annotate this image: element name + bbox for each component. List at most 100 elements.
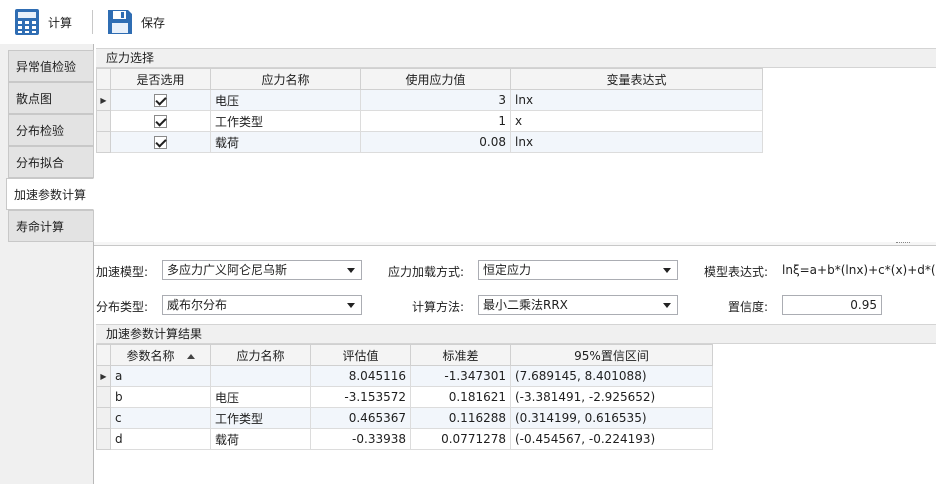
table-row[interactable]: 载荷 0.08 lnx bbox=[96, 131, 763, 153]
row-indicator bbox=[96, 131, 111, 153]
stress-name-cell[interactable] bbox=[210, 365, 311, 387]
col-header-use-value[interactable]: 使用应力值 bbox=[360, 68, 511, 90]
std-dev-cell[interactable]: 0.181621 bbox=[410, 386, 511, 408]
nav-item-label: 分布检验 bbox=[16, 123, 65, 138]
confidence-interval-cell[interactable]: (7.689145, 8.401088) bbox=[510, 365, 713, 387]
row-indicator-header bbox=[96, 344, 111, 366]
accel-model-value: 多应力广义阿仑尼乌斯 bbox=[167, 263, 288, 277]
results-header: 加速参数计算结果 bbox=[96, 324, 936, 344]
nav-item-accel-param-calc[interactable]: 加速参数计算 bbox=[6, 178, 94, 210]
use-value-cell[interactable]: 0.08 bbox=[360, 131, 511, 153]
dist-type-label: 分布类型: bbox=[96, 300, 149, 314]
selected-cell[interactable] bbox=[110, 89, 211, 111]
calculate-label: 计算 bbox=[48, 15, 73, 30]
checkbox[interactable] bbox=[154, 115, 167, 128]
col-header-param-name[interactable]: 参数名称 bbox=[110, 344, 211, 366]
calc-method-value: 最小二乘法RRX bbox=[483, 298, 568, 312]
checkbox[interactable] bbox=[154, 94, 167, 107]
dist-type-select[interactable]: 威布尔分布 bbox=[162, 295, 362, 315]
current-row-indicator-icon: ▶ bbox=[96, 89, 111, 111]
confidence-input[interactable]: 0.95 bbox=[782, 295, 882, 315]
estimate-cell[interactable]: -3.153572 bbox=[310, 386, 411, 408]
nav-item-label: 分布拟合 bbox=[16, 155, 65, 170]
row-indicator bbox=[96, 386, 111, 408]
use-value-cell[interactable]: 3 bbox=[360, 89, 511, 111]
table-row[interactable]: 工作类型 1 x bbox=[96, 110, 763, 132]
calc-method-select[interactable]: 最小二乘法RRX bbox=[478, 295, 678, 315]
model-expr-label: 模型表达式: bbox=[704, 265, 769, 279]
col-header-expression[interactable]: 变量表达式 bbox=[510, 68, 763, 90]
col-header-stress-name[interactable]: 应力名称 bbox=[210, 344, 311, 366]
dropdown-arrow-icon bbox=[347, 268, 355, 273]
stress-name-cell[interactable]: 载荷 bbox=[210, 131, 361, 153]
col-header-stress-name[interactable]: 应力名称 bbox=[210, 68, 361, 90]
toolbar: 计算 保存 bbox=[0, 0, 936, 44]
accel-model-label: 加速模型: bbox=[96, 265, 149, 279]
use-value-cell[interactable]: 1 bbox=[360, 110, 511, 132]
stress-name-cell[interactable]: 电压 bbox=[210, 386, 311, 408]
left-nav: 异常值检验 散点图 分布检验 分布拟合 加速参数计算 寿命计算 bbox=[0, 44, 94, 484]
stress-table-header: 是否选用 应力名称 使用应力值 变量表达式 bbox=[96, 68, 763, 90]
dist-type-value: 威布尔分布 bbox=[167, 298, 228, 312]
nav-item-label: 寿命计算 bbox=[16, 219, 65, 234]
table-row[interactable]: ▶ a 8.045116 -1.347301 (7.689145, 8.4010… bbox=[96, 365, 713, 387]
sort-ascending-icon bbox=[186, 353, 195, 359]
expression-cell[interactable]: lnx bbox=[510, 89, 763, 111]
load-mode-value: 恒定应力 bbox=[483, 263, 532, 277]
nav-item-label: 加速参数计算 bbox=[14, 187, 87, 202]
stress-name-cell[interactable]: 工作类型 bbox=[210, 110, 361, 132]
param-name-cell[interactable]: b bbox=[110, 386, 211, 408]
nav-item-scatter-plot[interactable]: 散点图 bbox=[8, 82, 94, 114]
param-name-cell[interactable]: a bbox=[110, 365, 211, 387]
stress-name-cell[interactable]: 工作类型 bbox=[210, 407, 311, 429]
calc-method-label: 计算方法: bbox=[412, 300, 465, 314]
param-name-cell[interactable]: d bbox=[110, 428, 211, 450]
confidence-label: 置信度: bbox=[728, 300, 769, 314]
panel-splitter[interactable] bbox=[94, 242, 936, 246]
nav-item-life-calc[interactable]: 寿命计算 bbox=[8, 210, 94, 242]
save-label: 保存 bbox=[141, 15, 166, 30]
table-row[interactable]: ▶ 电压 3 lnx bbox=[96, 89, 763, 111]
estimate-cell[interactable]: 0.465367 bbox=[310, 407, 411, 429]
expression-cell[interactable]: lnx bbox=[510, 131, 763, 153]
checkbox[interactable] bbox=[154, 136, 167, 149]
model-expr-value: lnξ=a+b*(lnx)+c*(x)+d*(lnx) bbox=[782, 263, 936, 277]
save-icon bbox=[107, 9, 133, 35]
selected-cell[interactable] bbox=[110, 110, 211, 132]
dropdown-arrow-icon bbox=[347, 303, 355, 308]
results-table-header: 参数名称 应力名称 评估值 标准差 95%置信区间 bbox=[96, 344, 713, 366]
estimate-cell[interactable]: 8.045116 bbox=[310, 365, 411, 387]
table-row[interactable]: c 工作类型 0.465367 0.116288 (0.314199, 0.61… bbox=[96, 407, 713, 429]
expression-cell[interactable]: x bbox=[510, 110, 763, 132]
nav-item-distribution-fit[interactable]: 分布拟合 bbox=[8, 146, 94, 178]
col-header-selected[interactable]: 是否选用 bbox=[110, 68, 211, 90]
confidence-interval-cell[interactable]: (0.314199, 0.616535) bbox=[510, 407, 713, 429]
estimate-cell[interactable]: -0.33938 bbox=[310, 428, 411, 450]
nav-item-distribution-test[interactable]: 分布检验 bbox=[8, 114, 94, 146]
table-row[interactable]: d 载荷 -0.33938 0.0771278 (-0.454567, -0.2… bbox=[96, 428, 713, 450]
stress-name-cell[interactable]: 电压 bbox=[210, 89, 361, 111]
confidence-interval-cell[interactable]: (-3.381491, -2.925652) bbox=[510, 386, 713, 408]
row-indicator bbox=[96, 407, 111, 429]
std-dev-cell[interactable]: 0.116288 bbox=[410, 407, 511, 429]
std-dev-cell[interactable]: 0.0771278 bbox=[410, 428, 511, 450]
table-row[interactable]: b 电压 -3.153572 0.181621 (-3.381491, -2.9… bbox=[96, 386, 713, 408]
selected-cell[interactable] bbox=[110, 131, 211, 153]
current-row-indicator-icon: ▶ bbox=[96, 365, 111, 387]
param-name-cell[interactable]: c bbox=[110, 407, 211, 429]
dropdown-arrow-icon bbox=[663, 303, 671, 308]
load-mode-select[interactable]: 恒定应力 bbox=[478, 260, 678, 280]
stress-name-cell[interactable]: 载荷 bbox=[210, 428, 311, 450]
calculator-icon bbox=[14, 8, 40, 36]
confidence-interval-cell[interactable]: (-0.454567, -0.224193) bbox=[510, 428, 713, 450]
calculate-button[interactable]: 计算 bbox=[0, 4, 78, 40]
col-header-std-dev[interactable]: 标准差 bbox=[410, 344, 511, 366]
col-header-confidence-interval[interactable]: 95%置信区间 bbox=[510, 344, 713, 366]
accel-model-select[interactable]: 多应力广义阿仑尼乌斯 bbox=[162, 260, 362, 280]
splitter-grip-icon[interactable] bbox=[896, 242, 910, 245]
col-header-estimate[interactable]: 评估值 bbox=[310, 344, 411, 366]
col-header-param-name-label: 参数名称 bbox=[126, 348, 175, 363]
std-dev-cell[interactable]: -1.347301 bbox=[410, 365, 511, 387]
save-button[interactable]: 保存 bbox=[93, 4, 171, 40]
nav-item-outlier-test[interactable]: 异常值检验 bbox=[8, 50, 94, 82]
